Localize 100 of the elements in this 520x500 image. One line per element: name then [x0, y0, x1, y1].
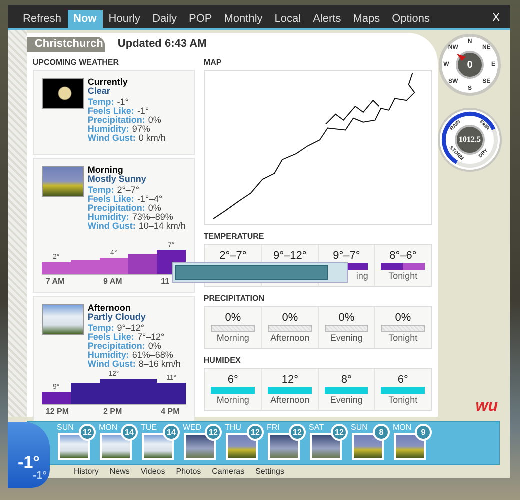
detail-value: 73%–89% [132, 212, 174, 222]
precipitation-bar [381, 324, 425, 332]
period-label: Tonight [388, 394, 418, 406]
period-label: Morning [88, 166, 124, 174]
detail-value: 0 km/h [138, 134, 166, 142]
weather-photo-placeholder[interactable] [310, 433, 342, 460]
time-label: 4 PM [161, 406, 180, 418]
nav-link[interactable]: Videos [140, 467, 166, 477]
tab[interactable]: Alerts [307, 10, 348, 28]
tab[interactable]: Maps [347, 10, 386, 28]
tab[interactable]: Hourly [102, 10, 147, 28]
weather-photo-placeholder[interactable] [226, 433, 258, 460]
condition-label: Clear [88, 86, 110, 96]
period-label: Currently [88, 78, 129, 86]
weather-photo-placeholder [42, 166, 84, 196]
section-heading: TEMPERATURE [204, 230, 266, 242]
day-label: SUN [351, 423, 368, 432]
period-label: Afternoon [270, 394, 310, 406]
day-label: FRI [267, 423, 280, 432]
precipitation-bar [324, 324, 368, 332]
period-label: Morning [216, 394, 250, 406]
weather-photo-placeholder[interactable] [100, 433, 132, 460]
time-label: 9 AM [104, 276, 122, 288]
detail-label: Precipitation: [88, 342, 146, 350]
tab[interactable]: Daily [146, 10, 184, 28]
day-label: THU [225, 423, 242, 432]
value-label: 8°–6° [390, 250, 417, 262]
detail-label: Precipitation: [88, 116, 146, 124]
time-label: 2 PM [104, 406, 122, 418]
time-label: 11 [161, 276, 170, 288]
period-label: Morning [216, 332, 250, 344]
temperature-badge: 12 [247, 424, 264, 441]
nav-link[interactable]: Photos [176, 467, 202, 477]
detail-value: 8–16 km/h [138, 360, 181, 368]
detail-label: Wind Gust: [88, 360, 136, 368]
updated-time: Updated 6:43 AM [118, 37, 207, 52]
period-label: Tonight [388, 270, 418, 282]
period-label: ing [356, 270, 368, 282]
tab[interactable]: Monthly [218, 10, 269, 28]
wind-speed-value: 0 [467, 58, 473, 72]
period-label: Tonight [388, 332, 418, 344]
temperature-badge: 12 [331, 424, 348, 441]
value-label: 2°–7° [220, 250, 247, 262]
humidex-bar [210, 386, 256, 394]
tab[interactable]: Options [386, 10, 436, 28]
detail-value: 97% [132, 124, 150, 134]
section-heading: PRECIPITATION [204, 292, 266, 304]
temperature-badge: 8 [373, 424, 390, 441]
value-label: 9°–12° [274, 250, 307, 262]
weather-photo-placeholder[interactable] [184, 433, 216, 460]
detail-value: 0% [148, 342, 162, 350]
detail-label: Wind Gust: [88, 222, 136, 230]
temperature-badge: 14 [121, 424, 138, 441]
tab[interactable]: Refresh [17, 10, 68, 28]
detail-value: 0% [148, 204, 162, 212]
value-label: 0% [338, 312, 355, 324]
tab[interactable]: POP [183, 10, 218, 28]
logo: wu [476, 399, 498, 415]
detail-value: 9°–12° [117, 324, 144, 332]
detail-value: -1° [137, 106, 150, 116]
weather-photo-placeholder[interactable] [268, 433, 300, 460]
period-label: Afternoon [88, 304, 132, 312]
section-heading: UPCOMING WEATHER [32, 56, 120, 68]
close-button[interactable]: X [492, 10, 500, 26]
day-label: MON [393, 423, 412, 432]
detail-label: Temp: [88, 98, 114, 106]
humidex-bar [381, 386, 425, 394]
value-label: 12° [282, 374, 298, 386]
nav-link[interactable]: News [110, 467, 130, 477]
temperature-badge: 9 [415, 424, 432, 441]
value-label: 9°–7° [333, 250, 360, 262]
section-heading: HUMIDEX [204, 354, 242, 366]
weather-photo-placeholder[interactable] [58, 433, 90, 460]
nav-link[interactable]: Settings [256, 467, 284, 477]
period-label: Afternoon [270, 332, 310, 344]
detail-label: Feels Like: [88, 332, 134, 342]
period-label: Evening [330, 332, 363, 344]
detail-value: 2°–7° [117, 186, 140, 194]
weather-photo-placeholder [42, 304, 84, 334]
nav-link[interactable]: Cameras [212, 467, 245, 477]
value-label: 0% [225, 312, 242, 324]
tab[interactable]: Local [268, 10, 308, 28]
section-heading: MAP [204, 56, 223, 68]
condition-label: Partly Cloudy [88, 312, 147, 322]
detail-label: Humidity: [88, 212, 130, 222]
detail-value: 10–14 km/h [138, 222, 186, 230]
precipitation-bar [210, 324, 256, 332]
detail-value: 61%–68% [132, 350, 174, 360]
temperature-badge: 12 [289, 424, 306, 441]
feels-like-temperature: -1° [32, 471, 47, 482]
detail-label: Temp: [88, 324, 114, 332]
detail-label: Humidity: [88, 124, 130, 134]
detail-label: Feels Like: [88, 106, 134, 116]
period-label: Evening [330, 394, 363, 406]
weather-photo-placeholder[interactable] [142, 433, 174, 460]
detail-value: 0% [148, 116, 162, 124]
temperature-badge: 12 [79, 424, 96, 441]
value-label: 6° [228, 374, 238, 386]
condition-label: Mostly Sunny [88, 174, 148, 184]
nav-link[interactable]: History [74, 467, 99, 477]
